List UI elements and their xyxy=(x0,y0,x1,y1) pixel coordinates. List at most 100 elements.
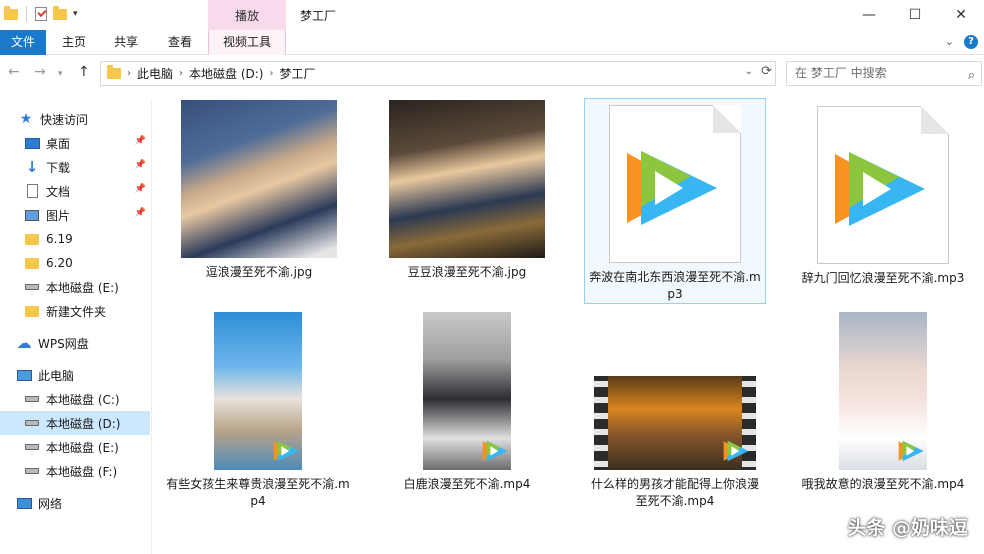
close-button[interactable]: ✕ xyxy=(938,0,984,30)
ribbon-tabs: 文件 主页 共享 查看 视频工具 ⌄ ? xyxy=(0,30,984,55)
chevron-right-icon[interactable]: › xyxy=(269,68,273,79)
customize-toolbar-icon[interactable]: ▾ xyxy=(73,9,78,19)
tab-file[interactable]: 文件 xyxy=(0,30,46,55)
playback-context-tab[interactable]: 播放 xyxy=(208,0,286,30)
star-icon: ★ xyxy=(19,111,33,127)
tab-view[interactable]: 查看 xyxy=(158,30,202,55)
window-title: 梦工厂 xyxy=(300,9,337,23)
sidebar-item-drive-e[interactable]: 本地磁盘 (E:) xyxy=(0,435,150,459)
video-thumbnail xyxy=(594,312,756,470)
drive-icon xyxy=(25,396,39,402)
document-icon xyxy=(26,184,38,198)
sidebar-item-label: 本地磁盘 (F:) xyxy=(46,464,118,479)
maximize-button[interactable]: ☐ xyxy=(892,0,938,30)
computer-icon xyxy=(16,369,32,381)
tencent-video-logo-icon xyxy=(835,152,925,226)
file-name: 奔波在南北东西浪漫至死不渝.mp3 xyxy=(589,270,761,301)
tencent-video-logo-icon xyxy=(627,151,717,225)
sidebar-item-folder-6-19[interactable]: 6.19 xyxy=(0,227,150,251)
sidebar-item-documents[interactable]: 文档 📌 xyxy=(0,179,150,203)
sidebar-item-drive-e-quick[interactable]: 本地磁盘 (E:) xyxy=(0,275,150,299)
file-name: 哦我故意的浪漫至死不渝.mp4 xyxy=(801,477,965,491)
tab-home[interactable]: 主页 xyxy=(52,30,96,55)
recent-locations-icon[interactable]: ▾ xyxy=(58,69,63,79)
pictures-icon xyxy=(25,209,39,221)
file-item-selected[interactable]: 奔波在南北东西浪漫至死不渝.mp3 xyxy=(584,98,766,304)
tab-video-tools[interactable]: 视频工具 xyxy=(208,30,286,55)
file-item[interactable]: 豆豆浪漫至死不渝.jpg xyxy=(376,100,558,281)
file-item[interactable]: 逗浪漫至死不渝.jpg xyxy=(168,100,350,281)
file-item[interactable]: 白鹿浪漫至死不渝.mp4 xyxy=(376,312,558,493)
sidebar-item-label: 本地磁盘 (E:) xyxy=(46,440,119,455)
file-item[interactable]: 什么样的男孩才能配得上你浪漫至死不渝.mp4 xyxy=(584,312,766,510)
collapse-ribbon-icon[interactable]: ⌄ xyxy=(945,35,954,49)
address-bar[interactable]: › 此电脑 › 本地磁盘 (D:) › 梦工厂 ⌄ ⟳ xyxy=(100,61,776,86)
up-button[interactable]: ↑ xyxy=(78,64,90,80)
folder-icon xyxy=(25,233,39,245)
file-item[interactable]: 哦我故意的浪漫至死不渝.mp4 xyxy=(792,312,974,493)
sidebar-item-label: 文档 xyxy=(46,184,71,199)
sidebar-item-label: 本地磁盘 (C:) xyxy=(46,392,120,407)
video-thumbnail xyxy=(214,312,302,470)
sidebar-item-pictures[interactable]: 图片 📌 xyxy=(0,203,150,227)
title-bar: ▾ 播放 梦工厂 — ☐ ✕ xyxy=(0,0,984,30)
minimize-button[interactable]: — xyxy=(846,0,892,30)
sidebar-item-label: WPS网盘 xyxy=(38,336,89,351)
sidebar-item-quick-access[interactable]: ★ 快速访问 xyxy=(0,107,150,131)
properties-icon[interactable] xyxy=(35,7,47,21)
drive-icon xyxy=(25,284,39,290)
tab-share[interactable]: 共享 xyxy=(104,30,148,55)
file-name: 有些女孩生来尊贵浪漫至死不渝.mp4 xyxy=(166,477,350,508)
tencent-video-badge-icon xyxy=(898,440,924,462)
new-folder-icon[interactable] xyxy=(53,5,67,20)
navigation-pane: ★ 快速访问 桌面 📌 ↓ 下载 📌 文档 📌 图片 📌 6.19 6.20 本… xyxy=(0,100,152,554)
sidebar-item-label: 本地磁盘 (E:) xyxy=(46,280,119,295)
sidebar-item-label: 6.20 xyxy=(46,256,73,270)
folder-icon xyxy=(25,257,39,269)
file-view: 逗浪漫至死不渝.jpg 豆豆浪漫至死不渝.jpg 奔波在南北东西浪漫至死不渝.m… xyxy=(160,96,984,554)
cloud-icon: ☁ xyxy=(16,334,32,352)
breadcrumb-this-pc[interactable]: 此电脑 xyxy=(137,65,173,82)
drive-icon xyxy=(25,468,39,474)
sidebar-item-network[interactable]: 网络 xyxy=(0,491,150,515)
sidebar-item-folder-6-20[interactable]: 6.20 xyxy=(0,251,150,275)
video-thumbnail xyxy=(423,312,511,470)
chevron-down-icon[interactable]: ⌄ xyxy=(745,66,753,77)
sidebar-item-drive-c[interactable]: 本地磁盘 (C:) xyxy=(0,387,150,411)
sidebar-item-label: 新建文件夹 xyxy=(46,304,107,319)
search-input[interactable]: 在 梦工厂 中搜索 ⌕ xyxy=(786,61,982,86)
tencent-video-badge-icon xyxy=(482,440,508,462)
help-icon[interactable]: ? xyxy=(964,35,978,49)
sidebar-item-label: 下载 xyxy=(46,160,71,175)
sidebar-item-drive-f[interactable]: 本地磁盘 (F:) xyxy=(0,459,150,483)
drive-icon xyxy=(25,420,39,426)
forward-button[interactable]: → xyxy=(34,64,46,80)
sidebar-item-this-pc[interactable]: 此电脑 xyxy=(0,363,150,387)
pin-icon: 📌 xyxy=(134,208,146,218)
folder-icon xyxy=(107,65,121,79)
file-item[interactable]: 有些女孩生来尊贵浪漫至死不渝.mp4 xyxy=(160,312,356,510)
sidebar-item-downloads[interactable]: ↓ 下载 📌 xyxy=(0,155,150,179)
file-item[interactable]: 辞九门回忆浪漫至死不渝.mp3 xyxy=(792,100,974,287)
back-button[interactable]: ← xyxy=(8,64,20,80)
sidebar-item-drive-d[interactable]: 本地磁盘 (D:) xyxy=(0,411,150,435)
sidebar-item-label: 快速访问 xyxy=(40,112,89,127)
file-name: 豆豆浪漫至死不渝.jpg xyxy=(407,265,527,279)
breadcrumb-current-folder[interactable]: 梦工厂 xyxy=(279,65,315,82)
sidebar-item-desktop[interactable]: 桌面 📌 xyxy=(0,131,150,155)
breadcrumb-drive-d[interactable]: 本地磁盘 (D:) xyxy=(189,65,263,82)
sidebar-item-label: 桌面 xyxy=(46,136,71,151)
image-thumbnail xyxy=(181,100,337,258)
sidebar-item-new-folder[interactable]: 新建文件夹 xyxy=(0,299,150,323)
refresh-icon[interactable]: ⟳ xyxy=(761,64,772,79)
watermark: 头条 @奶味逗 xyxy=(847,517,968,539)
search-icon: ⌕ xyxy=(967,68,975,83)
video-thumbnail xyxy=(839,312,927,470)
file-name: 什么样的男孩才能配得上你浪漫至死不渝.mp4 xyxy=(590,477,759,508)
sidebar-item-wps-cloud[interactable]: ☁ WPS网盘 xyxy=(0,331,150,355)
file-name: 辞九门回忆浪漫至死不渝.mp3 xyxy=(801,271,965,285)
network-icon xyxy=(16,497,32,509)
file-name: 白鹿浪漫至死不渝.mp4 xyxy=(403,477,531,491)
pin-icon: 📌 xyxy=(134,184,146,194)
chevron-right-icon[interactable]: › xyxy=(179,68,183,79)
